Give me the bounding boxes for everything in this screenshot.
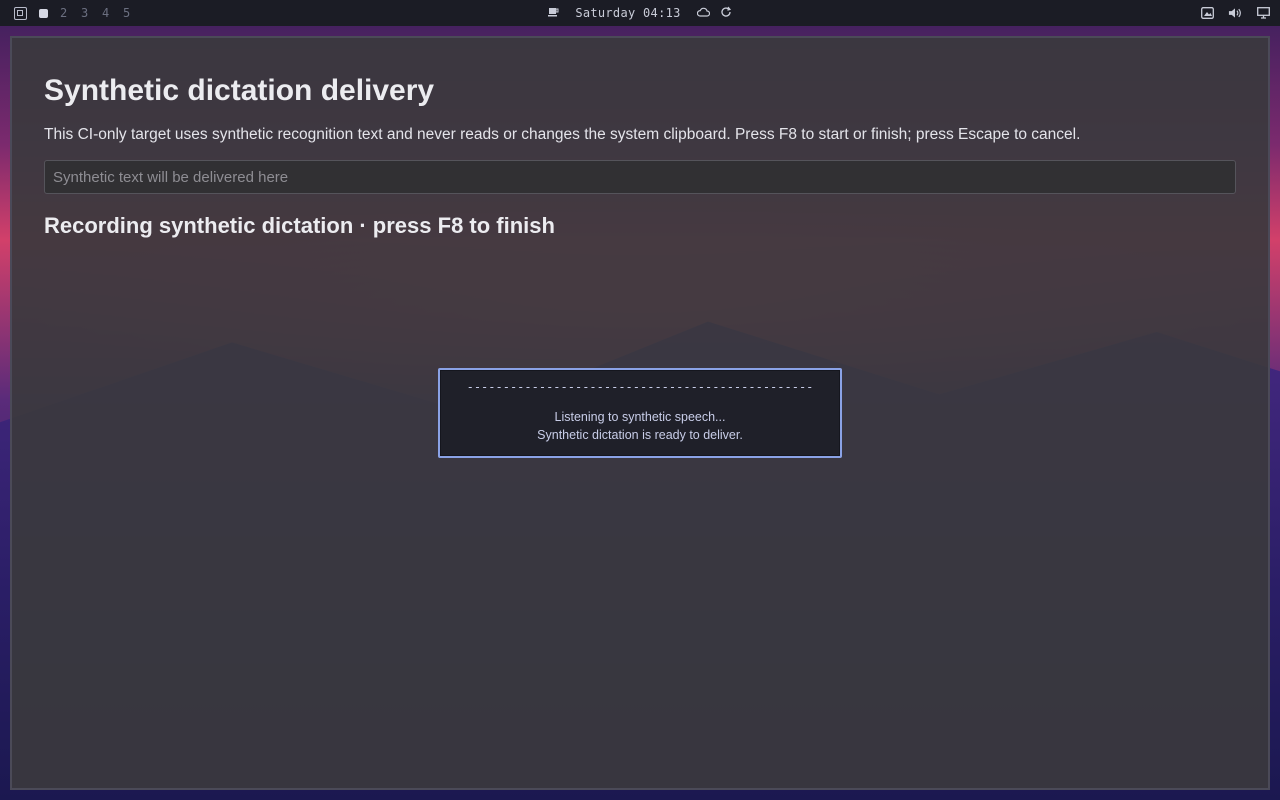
refresh-icon[interactable] bbox=[720, 6, 732, 21]
system-tray bbox=[1200, 0, 1270, 26]
panel-center: Saturday 04:13 bbox=[0, 0, 1280, 26]
dictation-overlay: ----------------------------------------… bbox=[438, 368, 842, 458]
layout-icon[interactable] bbox=[14, 6, 27, 20]
audio-level-meter: ----------------------------------------… bbox=[466, 380, 814, 394]
page-title: Synthetic dictation delivery bbox=[44, 74, 435, 107]
workspace-4[interactable]: 4 bbox=[102, 6, 123, 20]
volume-icon[interactable] bbox=[1228, 6, 1242, 20]
recording-status: Recording synthetic dictation · press F8… bbox=[44, 213, 555, 238]
workspace-1-active[interactable] bbox=[39, 8, 60, 18]
workspace-3[interactable]: 3 bbox=[81, 6, 102, 20]
coffee-cup-icon[interactable] bbox=[548, 6, 559, 20]
delivery-text-input[interactable] bbox=[44, 160, 1236, 194]
clock[interactable]: Saturday 04:13 bbox=[575, 6, 680, 20]
top-panel: 2 3 4 5 Saturday 04:13 bbox=[0, 0, 1280, 26]
ready-message: Synthetic dictation is ready to deliver. bbox=[537, 428, 743, 442]
screenshot-icon[interactable] bbox=[1200, 6, 1214, 20]
page-description: This CI-only target uses synthetic recog… bbox=[44, 126, 1081, 143]
display-icon[interactable] bbox=[1256, 6, 1270, 20]
listening-message: Listening to synthetic speech... bbox=[554, 410, 726, 424]
active-workspace-indicator-icon bbox=[39, 8, 48, 18]
cloud-icon[interactable] bbox=[696, 6, 710, 20]
workspace-5[interactable]: 5 bbox=[123, 6, 144, 20]
workspace-2[interactable]: 2 bbox=[60, 6, 81, 20]
workspace-switcher: 2 3 4 5 bbox=[14, 0, 144, 26]
